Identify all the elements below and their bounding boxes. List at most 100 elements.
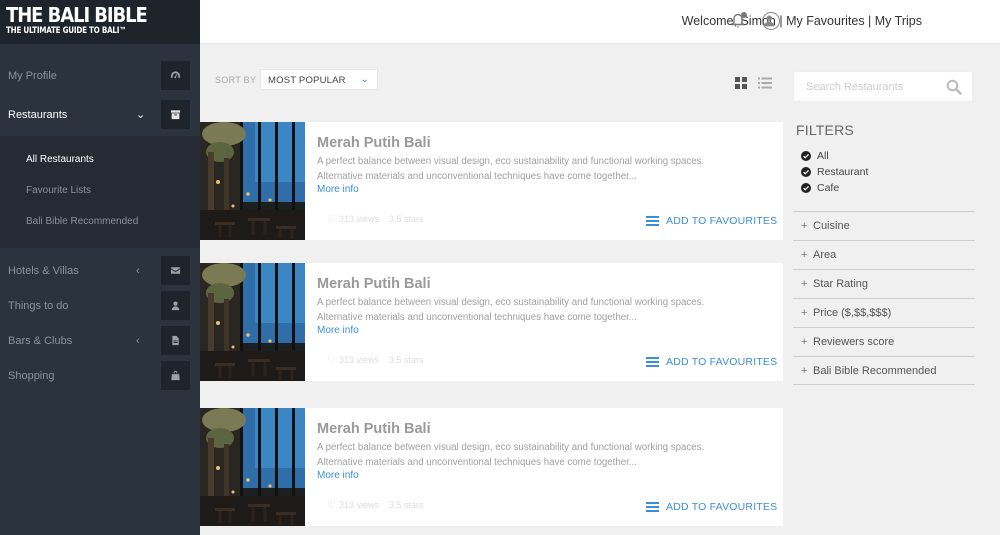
description-line: A perfect balance between visual design,… xyxy=(317,156,705,167)
filter-section-label: Star Rating xyxy=(813,278,869,290)
submenu-item-favourite-lists[interactable]: Favourite Lists xyxy=(26,185,91,196)
restaurant-name[interactable]: Merah Putih Bali xyxy=(317,421,431,437)
add-to-favourites-button[interactable]: ADD TO FAVOURITES xyxy=(646,356,777,368)
restaurant-photo[interactable] xyxy=(200,408,305,526)
filter-section-area[interactable]: + Area xyxy=(793,240,975,269)
add-to-favourites-label: ADD TO FAVOURITES xyxy=(666,501,778,513)
sort-dropdown[interactable]: MOST POPULAR ⌄ xyxy=(260,69,378,90)
plus-icon: + xyxy=(801,278,808,290)
filter-section-reviewers-score[interactable]: + Reviewers score xyxy=(793,327,975,356)
plus-icon: + xyxy=(801,336,808,348)
filter-section-price[interactable]: + Price ($,$$,$$$) xyxy=(793,298,975,327)
views-count: 313 views xyxy=(338,355,379,365)
more-info-link[interactable]: More info xyxy=(317,470,359,481)
brand-title: THE BALI BIBLE xyxy=(6,3,148,27)
add-to-favourites-button[interactable]: ADD TO FAVOURITES xyxy=(646,215,777,227)
user-nav-links[interactable]: Welcome, Simon | My Favourites | My Trip… xyxy=(682,14,922,28)
restaurant-stats: ♡ 313 views 3.5 stars xyxy=(327,500,424,511)
description-line: Alternative materials and unconventional… xyxy=(317,457,637,468)
check-circle-icon xyxy=(801,183,811,193)
filter-section-label: Reviewers score xyxy=(813,336,895,348)
restaurant-card[interactable]: Merah Putih Bali A perfect balance betwe… xyxy=(200,263,783,381)
restaurant-description: A perfect balance between visual design,… xyxy=(317,440,737,470)
filter-section-label: Cuisine xyxy=(813,220,850,232)
menu-lines-icon xyxy=(646,357,659,367)
search-input[interactable] xyxy=(794,72,944,101)
avatar[interactable] xyxy=(762,12,780,30)
sort-label: SORT BY xyxy=(215,75,257,85)
filter-type-label: Restaurant xyxy=(817,166,869,178)
heart-icon: ♡ xyxy=(327,355,336,366)
search-box xyxy=(793,71,973,102)
sidebar-item-restaurants[interactable]: Restaurants ⌄ xyxy=(0,97,200,132)
restaurant-card[interactable]: Merah Putih Bali A perfect balance betwe… xyxy=(200,408,783,526)
restaurant-description: A perfect balance between visual design,… xyxy=(317,154,737,184)
description-line: Alternative materials and unconventional… xyxy=(317,312,637,323)
filter-section-star-rating[interactable]: + Star Rating xyxy=(793,269,975,298)
filter-type-restaurant[interactable]: Restaurant xyxy=(801,166,868,178)
more-info-link[interactable]: More info xyxy=(317,325,359,336)
sidebar-item-my-profile[interactable]: My Profile xyxy=(0,58,200,93)
more-info-link[interactable]: More info xyxy=(317,184,359,195)
restaurant-stats: ♡ 313 views 3.5 stars xyxy=(327,355,424,366)
description-line: A perfect balance between visual design,… xyxy=(317,297,705,308)
add-to-favourites-button[interactable]: ADD TO FAVOURITES xyxy=(646,501,777,513)
sidebar-item-label: Things to do xyxy=(8,299,69,312)
sidebar-item-bars-clubs[interactable]: Bars & Clubs ‹ xyxy=(0,323,200,358)
heart-icon: ♡ xyxy=(327,500,336,511)
menu-lines-icon xyxy=(646,502,659,512)
filters-title: FILTERS xyxy=(796,122,854,138)
description-line: Alternative materials and unconventional… xyxy=(317,171,637,182)
filter-section-label: Bali Bible Recommended xyxy=(813,365,937,377)
grid-view-icon[interactable] xyxy=(735,77,747,89)
filter-section-bali-bible-recommended[interactable]: + Bali Bible Recommended xyxy=(793,356,975,385)
sidebar-item-things-to-do[interactable]: Things to do xyxy=(0,288,200,323)
description-line: A perfect balance between visual design,… xyxy=(317,442,705,453)
user-avatar-icon xyxy=(763,15,775,27)
filter-section-cuisine[interactable]: + Cuisine xyxy=(793,211,975,240)
dashboard-icon xyxy=(161,61,190,90)
file-icon xyxy=(161,326,190,355)
filter-type-cafe[interactable]: Cafe xyxy=(801,182,839,194)
brand-tagline: THE ULTIMATE GUIDE TO BALI™ xyxy=(6,26,127,36)
submenu-item-bali-bible-recommended[interactable]: Bali Bible Recommended xyxy=(26,216,138,227)
submenu-item-all-restaurants[interactable]: All Restaurants xyxy=(26,154,94,165)
restaurant-name[interactable]: Merah Putih Bali xyxy=(317,276,431,292)
menu-lines-icon xyxy=(646,216,659,226)
sidebar-item-label: Restaurants xyxy=(8,108,68,121)
plus-icon: + xyxy=(801,365,808,377)
sidebar-item-label: My Profile xyxy=(8,69,57,82)
plus-icon: + xyxy=(801,249,808,261)
add-to-favourites-label: ADD TO FAVOURITES xyxy=(666,215,778,227)
star-rating: 3.5 stars xyxy=(389,500,424,510)
sidebar-item-shopping[interactable]: Shopping xyxy=(0,358,200,393)
brand-logo[interactable]: THE BALI BIBLE THE ULTIMATE GUIDE TO BAL… xyxy=(0,0,200,44)
star-rating: 3.5 stars xyxy=(389,214,424,224)
filter-type-label: Cafe xyxy=(817,182,840,194)
sidebar-item-hotels-villas[interactable]: Hotels & Villas ‹ xyxy=(0,253,200,288)
chevron-down-icon: ⌄ xyxy=(360,74,369,85)
archive-icon xyxy=(161,100,190,129)
filter-section-label: Price ($,$$,$$$) xyxy=(813,307,892,319)
restaurant-photo[interactable] xyxy=(200,122,305,240)
plus-icon: + xyxy=(801,307,808,319)
restaurant-name[interactable]: Merah Putih Bali xyxy=(317,135,431,151)
restaurant-stats: ♡ 313 views 3.5 stars xyxy=(327,214,424,225)
chevron-left-icon: ‹ xyxy=(136,334,140,347)
restaurant-description: A perfect balance between visual design,… xyxy=(317,295,737,325)
filter-type-label: All xyxy=(817,150,829,162)
list-view-icon[interactable] xyxy=(758,77,772,89)
add-to-favourites-label: ADD TO FAVOURITES xyxy=(666,356,778,368)
check-circle-icon xyxy=(801,167,811,177)
plus-icon: + xyxy=(801,220,808,232)
user-icon xyxy=(161,291,190,320)
envelope-icon xyxy=(161,256,190,285)
top-bar: Welcome, Simon | My Favourites | My Trip… xyxy=(200,0,1000,44)
restaurant-photo[interactable] xyxy=(200,263,305,381)
restaurant-card[interactable]: Merah Putih Bali A perfect balance betwe… xyxy=(200,122,783,240)
sidebar-item-label: Bars & Clubs xyxy=(8,334,73,347)
sort-selected-value: MOST POPULAR xyxy=(268,75,346,86)
filter-type-all[interactable]: All xyxy=(801,150,829,162)
bag-icon xyxy=(161,361,190,390)
search-icon[interactable] xyxy=(946,79,962,95)
